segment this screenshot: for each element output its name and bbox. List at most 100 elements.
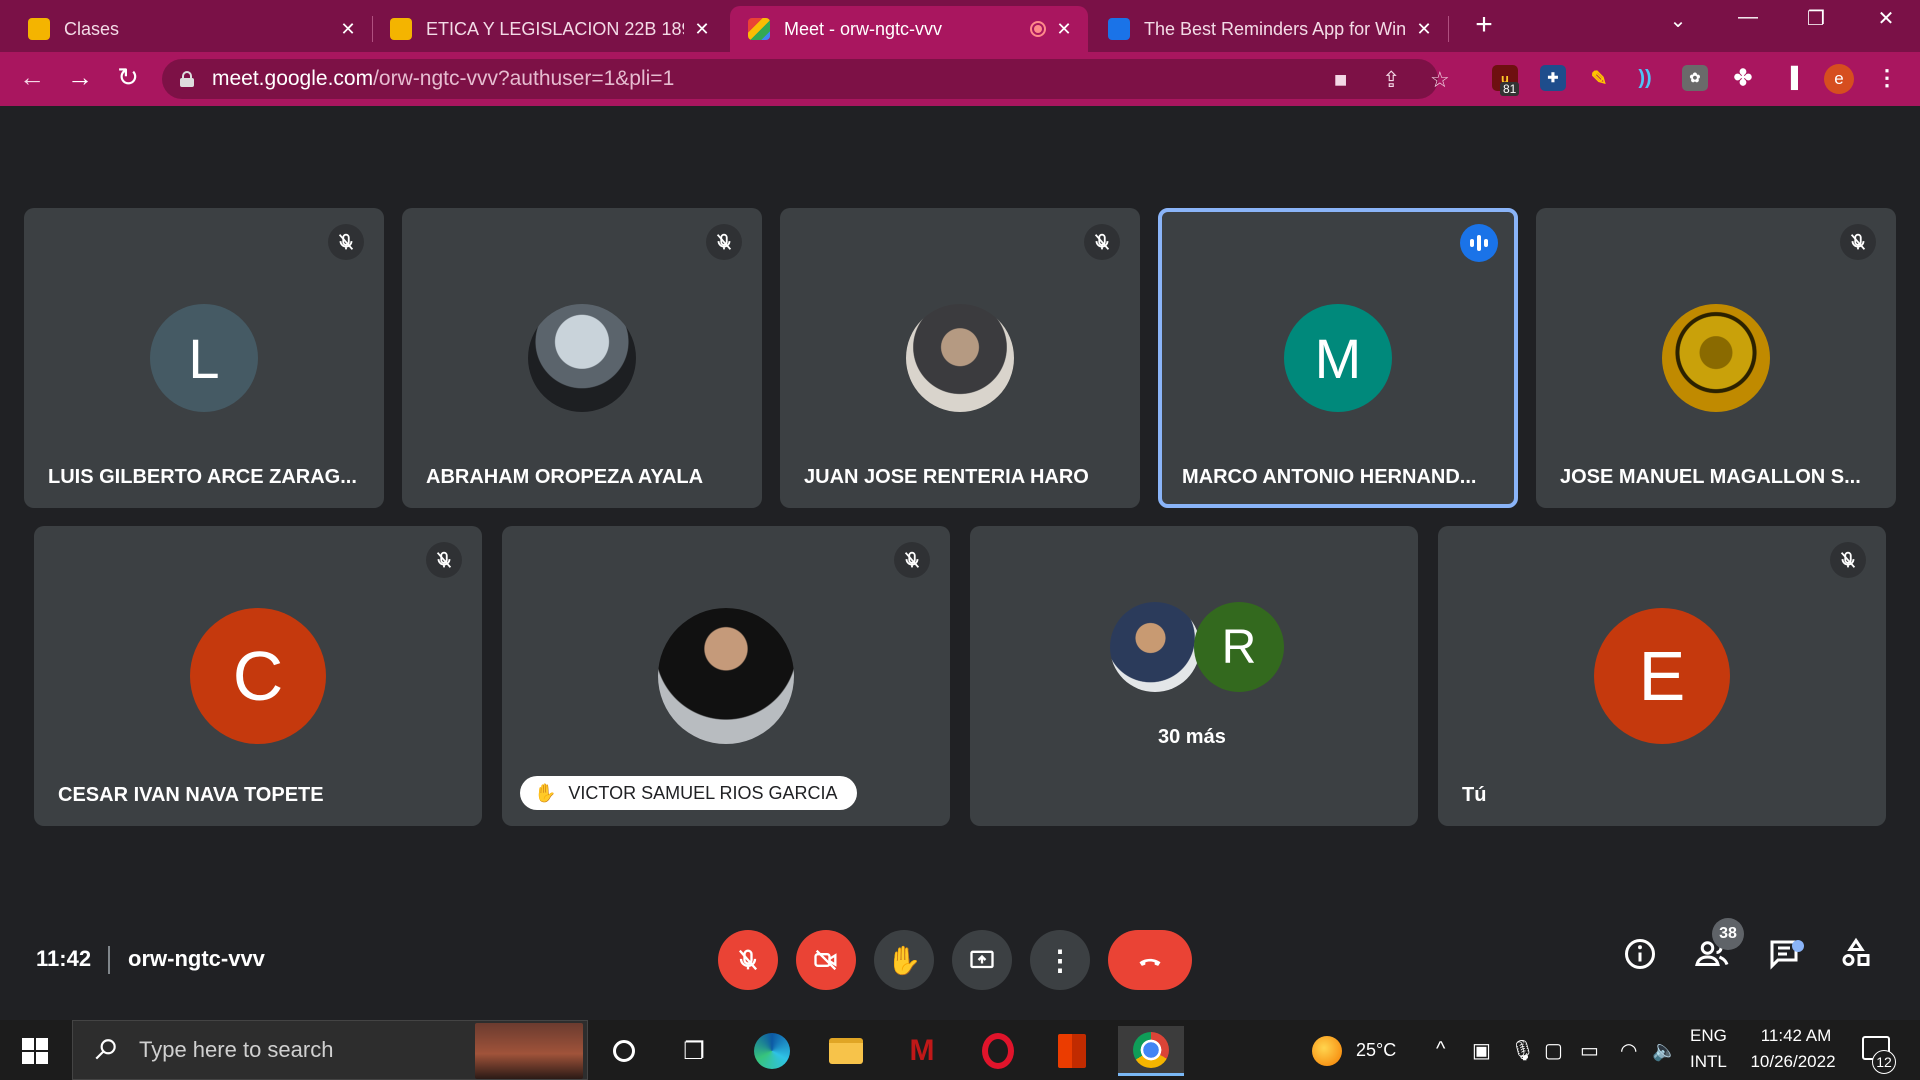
close-tab-icon[interactable]: ✕ xyxy=(692,19,712,40)
tab-reminders[interactable]: The Best Reminders App for Windows ✕ xyxy=(1090,6,1448,52)
participant-tile[interactable]: C CESAR IVAN NAVA TOPETE xyxy=(34,526,482,826)
close-tab-icon[interactable]: ✕ xyxy=(338,19,358,40)
display-tray-icon[interactable]: ▢ xyxy=(1544,1038,1563,1063)
chrome-icon xyxy=(1133,1031,1169,1068)
participant-name: LUIS GILBERTO ARCE ZARAG... xyxy=(48,466,357,488)
chat-button[interactable] xyxy=(1758,928,1810,980)
input-language[interactable]: ENG xyxy=(1690,1026,1727,1046)
meeting-code[interactable]: orw-ngtc-vvv xyxy=(128,946,265,972)
meet-stage: L LUIS GILBERTO ARCE ZARAG... ABRAHAM OR… xyxy=(0,106,1920,1020)
close-tab-icon[interactable]: ✕ xyxy=(1054,19,1074,40)
camera-in-use-icon[interactable]: ■ xyxy=(1334,67,1347,93)
self-tile[interactable]: E Tú xyxy=(1438,526,1886,826)
taskbar-opera[interactable] xyxy=(970,1026,1026,1076)
task-view-icon: ❐ xyxy=(683,1037,705,1065)
battery-icon[interactable]: ▭ xyxy=(1580,1038,1599,1063)
tab-search-icon[interactable]: ⌄ xyxy=(1658,8,1698,33)
share-icon[interactable]: ⇪ xyxy=(1382,67,1400,93)
taskbar-office[interactable] xyxy=(1044,1026,1100,1076)
close-window-button[interactable]: ✕ xyxy=(1866,6,1906,31)
meeting-details-button[interactable] xyxy=(1614,928,1666,980)
search-placeholder: Type here to search xyxy=(139,1037,334,1062)
close-tab-icon[interactable]: ✕ xyxy=(1414,19,1434,40)
forward-button[interactable]: → xyxy=(62,62,98,93)
mic-toggle-button[interactable] xyxy=(718,930,778,990)
hand-icon: ✋ xyxy=(886,944,922,976)
taskbar-edge[interactable] xyxy=(744,1026,800,1076)
bookmark-star-icon[interactable]: ☆ xyxy=(1430,67,1450,93)
more-participants-tile[interactable]: R 30 más xyxy=(970,526,1418,826)
participant-tile[interactable]: ✋ VICTOR SAMUEL RIOS GARCIA xyxy=(502,526,950,826)
participant-tile[interactable]: ABRAHAM OROPEZA AYALA xyxy=(402,208,762,508)
extension-icon-yellow[interactable]: ✎ xyxy=(1586,65,1612,91)
minimize-button[interactable]: — xyxy=(1728,6,1768,29)
participant-tile-active-speaker[interactable]: M MARCO ANTONIO HERNAND... xyxy=(1158,208,1518,508)
participant-avatar: L xyxy=(150,304,258,412)
browser-toolbar: ← → ↻ meet.google.com/orw-ngtc-vvv?authu… xyxy=(0,52,1920,106)
windows-start-button[interactable] xyxy=(22,1038,48,1064)
reload-button[interactable]: ↻ xyxy=(110,62,146,93)
raise-hand-button[interactable]: ✋ xyxy=(874,930,934,990)
meet-sharing-tray-icon[interactable]: ▣ xyxy=(1472,1038,1491,1063)
meeting-clock: 11:42 xyxy=(36,946,92,971)
taskbar-file-explorer[interactable] xyxy=(818,1026,874,1076)
system-clock-date[interactable]: 10/26/2022 xyxy=(1738,1052,1848,1072)
participant-tile[interactable]: JUAN JOSE RENTERIA HARO xyxy=(780,208,1140,508)
folder-icon xyxy=(829,1038,863,1064)
taskbar-mcafee[interactable]: M xyxy=(894,1026,950,1076)
wifi-icon[interactable]: ◠ xyxy=(1620,1038,1637,1063)
task-view-button[interactable]: ❐ xyxy=(666,1026,722,1076)
taskbar-chrome[interactable] xyxy=(1118,1026,1184,1076)
more-options-button[interactable]: ⋮ xyxy=(1030,930,1090,990)
muted-mic-icon xyxy=(1084,224,1120,260)
url-host: meet.google.com xyxy=(212,67,374,90)
classroom-icon xyxy=(390,18,412,40)
cortana-button[interactable] xyxy=(596,1026,652,1076)
new-tab-button[interactable]: + xyxy=(1466,8,1502,42)
edge-icon xyxy=(754,1033,790,1069)
back-button[interactable]: ← xyxy=(14,62,50,93)
search-highlight-illustration xyxy=(475,1023,583,1079)
hang-up-icon xyxy=(1139,958,1161,966)
tab-meet[interactable]: Meet - orw-ngtc-vvv ✕ xyxy=(730,6,1088,52)
show-hidden-icons-button[interactable]: ^ xyxy=(1436,1038,1445,1061)
present-screen-button[interactable] xyxy=(952,930,1012,990)
meet-icon xyxy=(748,18,770,40)
self-avatar: E xyxy=(1594,608,1730,744)
tab-clases[interactable]: Clases ✕ xyxy=(10,6,372,52)
participant-name: ABRAHAM OROPEZA AYALA xyxy=(426,466,704,488)
profile-avatar[interactable]: e xyxy=(1824,64,1854,94)
input-layout[interactable]: INTL xyxy=(1690,1052,1727,1072)
extension-icon-wave[interactable]: )) xyxy=(1632,65,1658,91)
participant-photo xyxy=(1662,304,1770,412)
microphone-tray-icon[interactable]: 🎙 xyxy=(1510,1038,1535,1063)
mic-off-icon xyxy=(738,949,758,971)
extensions-puzzle-icon[interactable]: ✤ xyxy=(1730,65,1756,91)
activities-icon xyxy=(1842,937,1870,966)
weather-temperature[interactable]: 25°C xyxy=(1356,1040,1396,1061)
restore-button[interactable]: ❐ xyxy=(1796,6,1836,31)
present-icon xyxy=(970,950,994,969)
extension-icon-blue[interactable]: ✚ xyxy=(1540,65,1566,91)
participant-avatar: C xyxy=(190,608,326,744)
taskbar-search-box[interactable]: Type here to search xyxy=(72,1020,588,1080)
extension-icon-gray[interactable]: ✿ xyxy=(1682,65,1708,91)
lock-icon[interactable] xyxy=(180,71,194,87)
participant-tile[interactable]: JOSE MANUEL MAGALLON S... xyxy=(1536,208,1896,508)
camera-toggle-button[interactable] xyxy=(796,930,856,990)
browser-menu-icon[interactable]: ⋮ xyxy=(1874,65,1900,91)
system-clock-time[interactable]: 11:42 AM xyxy=(1748,1026,1844,1046)
activities-button[interactable] xyxy=(1830,928,1882,980)
speaking-indicator-icon xyxy=(1460,224,1498,262)
windows-taskbar: Type here to search ❐ M 25°C ^ ▣ 🎙 ▢ ▭ ◠… xyxy=(0,1020,1920,1080)
recording-icon xyxy=(1030,21,1046,37)
side-panel-icon[interactable]: ▐ xyxy=(1778,65,1804,91)
leave-call-button[interactable] xyxy=(1108,930,1192,990)
address-bar[interactable]: meet.google.com/orw-ngtc-vvv?authuser=1&… xyxy=(162,59,1450,99)
participant-name: MARCO ANTONIO HERNAND... xyxy=(1182,466,1477,488)
volume-icon[interactable]: 🔈 xyxy=(1652,1038,1677,1063)
participant-name: Tú xyxy=(1462,784,1487,806)
participant-tile[interactable]: L LUIS GILBERTO ARCE ZARAG... xyxy=(24,208,384,508)
participant-photo xyxy=(1110,602,1200,692)
tab-etica[interactable]: ETICA Y LEGISLACION 22B 18961 ✕ xyxy=(372,6,726,52)
